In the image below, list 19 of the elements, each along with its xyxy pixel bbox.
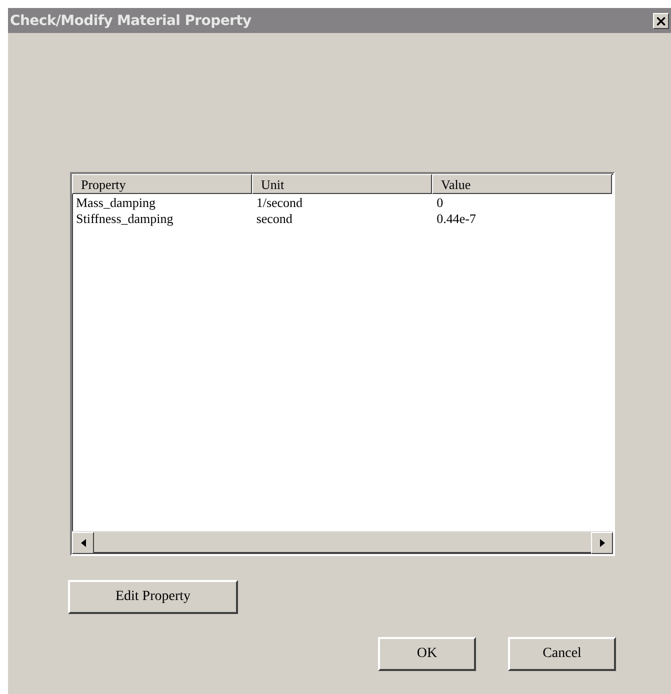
ok-button[interactable]: OK [378,637,476,671]
scroll-right-button[interactable] [591,532,613,554]
right-arrow-icon [600,539,604,547]
column-header[interactable]: Unit [252,174,432,194]
left-arrow-icon [80,539,86,547]
table-cell-text: Stiffness_damping [75,211,174,227]
scroll-left-button[interactable] [72,532,94,554]
column-header[interactable]: Property [72,174,252,194]
edit-property-button[interactable]: Edit Property [68,580,238,614]
cancel-button[interactable]: Cancel [508,637,616,671]
table-cell-text: second [255,211,294,227]
horizontal-scrollbar[interactable] [72,531,613,554]
table-cell-text: 0 [436,195,444,211]
table-cell-text: Mass_damping [75,195,156,211]
window-title: Check/Modify Material Property [10,12,252,28]
close-button[interactable]: × [653,12,669,28]
column-header[interactable]: Value [432,174,612,194]
table-cell-text: 1/second [255,195,304,211]
table-cell-text: 0.44e-7 [436,211,478,227]
